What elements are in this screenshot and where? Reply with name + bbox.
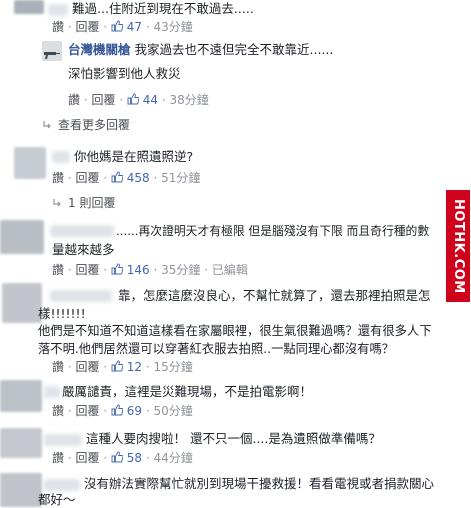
like-count[interactable]: 69 (111, 404, 142, 418)
avatar[interactable] (14, 0, 44, 14)
timestamp[interactable]: 35分鐘 (161, 263, 200, 277)
comment-text-line: 都好～ (38, 492, 76, 507)
avatar[interactable] (42, 41, 62, 61)
commenter-name[interactable] (52, 151, 70, 163)
reply-author[interactable]: 台灣機關槍 (68, 42, 131, 57)
avatar[interactable] (2, 283, 42, 323)
thumbs-up-icon (111, 20, 123, 32)
like-button[interactable]: 讚 (52, 360, 64, 374)
comment-text: 這種人要肉搜啦！ 還不只一個....是為遺照做準備嗎？ (86, 431, 381, 446)
avatar[interactable] (0, 380, 42, 412)
reply-actions: 讚 · 回覆 · 44 · 38分鐘 (68, 93, 209, 107)
like-button[interactable]: 讚 (52, 451, 64, 465)
avatar[interactable] (0, 428, 42, 458)
timestamp[interactable]: 50分鐘 (154, 404, 193, 418)
thumbs-up-icon (111, 451, 123, 463)
thumbs-up-icon (111, 263, 123, 275)
reply-button[interactable]: 回覆 (75, 20, 99, 34)
like-button[interactable]: 讚 (52, 404, 64, 418)
reply-button[interactable]: 回覆 (75, 263, 99, 277)
reply-text-line: 我家過去也不遠但完全不敢靠近...... (134, 42, 334, 57)
reply-button[interactable]: 回覆 (75, 171, 99, 185)
thumbs-up-icon (111, 171, 123, 183)
commenter-name[interactable] (50, 290, 112, 302)
comment-text: 嚴厲譴責，這裡是災難現場，不是拍電影啊！ (62, 384, 313, 399)
comment-actions: 讚 · 回覆 · 69 · 50分鐘 (52, 404, 193, 418)
timestamp[interactable]: 38分鐘 (170, 93, 209, 107)
commenter-name[interactable] (44, 479, 80, 491)
like-button[interactable]: 讚 (52, 263, 64, 277)
like-count[interactable]: 58 (111, 451, 142, 465)
like-button[interactable]: 讚 (68, 93, 80, 107)
comment-text-line: 量越來越多 (52, 242, 115, 257)
comment-text: 難過...住附近到現在不敢過去..... (72, 1, 254, 16)
commenter-name[interactable] (44, 386, 60, 398)
like-count-value: 146 (126, 263, 150, 277)
timestamp[interactable]: 15分鐘 (154, 360, 193, 374)
reply-text: 台灣機關槍 我家過去也不遠但完全不敢靠近...... (68, 41, 333, 58)
reply-arrow-icon (43, 121, 51, 129)
timestamp[interactable]: 44分鐘 (154, 451, 193, 465)
commenter-name[interactable] (50, 225, 114, 237)
comment-text-line: ......再次證明天才有極限 但是腦殘沒有下限 而且奇行種的數 (116, 224, 430, 238)
like-count-value: 69 (126, 404, 143, 418)
reply-text-line: 深怕影響到他人救災 (68, 66, 181, 81)
comment-actions: 讚 · 回覆 · 458 · 51分鐘 (52, 171, 201, 185)
reply-button[interactable]: 回覆 (75, 360, 99, 374)
like-count-value: 44 (142, 93, 159, 107)
comment-actions: 讚 · 回覆 · 58 · 44分鐘 (52, 451, 193, 465)
comment-text: 你他媽是在照遺照逆? (74, 149, 194, 164)
reply-button[interactable]: 回覆 (91, 93, 115, 107)
timestamp[interactable]: 51分鐘 (161, 171, 200, 185)
gun-avatar-icon (42, 41, 62, 61)
comment-text-line: 靠，怎麼這麼沒良心，不幫忙就算了，還去那裡拍照是怎 (118, 288, 431, 303)
comment-text-line: 他們是不知道不知道這樣看在家屬眼裡，很生氣很難過嗎？還有很多人下 (38, 324, 432, 338)
commenter-name[interactable] (44, 434, 82, 446)
comment-text-line: 落不明.他們居然還可以穿著紅衣服去拍照..一點同理心都沒有嗎？ (38, 342, 395, 356)
watermark: HOTHK.COM (446, 190, 470, 302)
replies-link-label: 1 則回覆 (68, 196, 116, 210)
like-count[interactable]: 458 (111, 171, 150, 185)
like-count-value: 458 (126, 171, 150, 185)
comment-text-line: 樣!!!!!!! (38, 306, 86, 321)
timestamp[interactable]: 43分鐘 (154, 20, 193, 34)
like-count[interactable]: 146 (111, 263, 150, 277)
thumbs-up-icon (127, 93, 139, 105)
comment-actions: 讚 · 回覆 · 146 · 35分鐘 · 已編輯 (52, 263, 248, 277)
thumbs-up-icon (111, 404, 123, 416)
avatar[interactable] (0, 220, 44, 254)
comment-actions: 讚 · 回覆 · 12 · 15分鐘 (52, 360, 193, 374)
replies-link[interactable]: 1 則回覆 (52, 194, 115, 211)
reply-button[interactable]: 回覆 (75, 451, 99, 465)
reply-arrow-icon (53, 199, 61, 207)
comment-text-line: 沒有辦法實際幫忙就別到現場干擾救援！看看電視或者捐款關心 (84, 476, 435, 491)
like-count[interactable]: 47 (111, 20, 142, 34)
thumbs-up-icon (111, 360, 123, 372)
comment-actions: 讚 · 回覆 · 47 · 43分鐘 (52, 20, 193, 34)
view-more-replies-link[interactable]: 查看更多回覆 (42, 116, 130, 133)
like-count-value: 12 (126, 360, 143, 374)
avatar[interactable] (14, 147, 46, 179)
reply-button[interactable]: 回覆 (75, 404, 99, 418)
like-count-value: 47 (126, 20, 143, 34)
like-button[interactable]: 讚 (52, 20, 64, 34)
like-button[interactable]: 讚 (52, 171, 64, 185)
view-more-replies-label: 查看更多回覆 (58, 118, 131, 132)
edited-label[interactable]: 已編輯 (212, 263, 248, 277)
like-count-value: 58 (126, 451, 143, 465)
like-count[interactable]: 44 (127, 93, 158, 107)
commenter-name[interactable] (48, 4, 68, 16)
like-count[interactable]: 12 (111, 360, 142, 374)
avatar[interactable] (0, 473, 42, 507)
